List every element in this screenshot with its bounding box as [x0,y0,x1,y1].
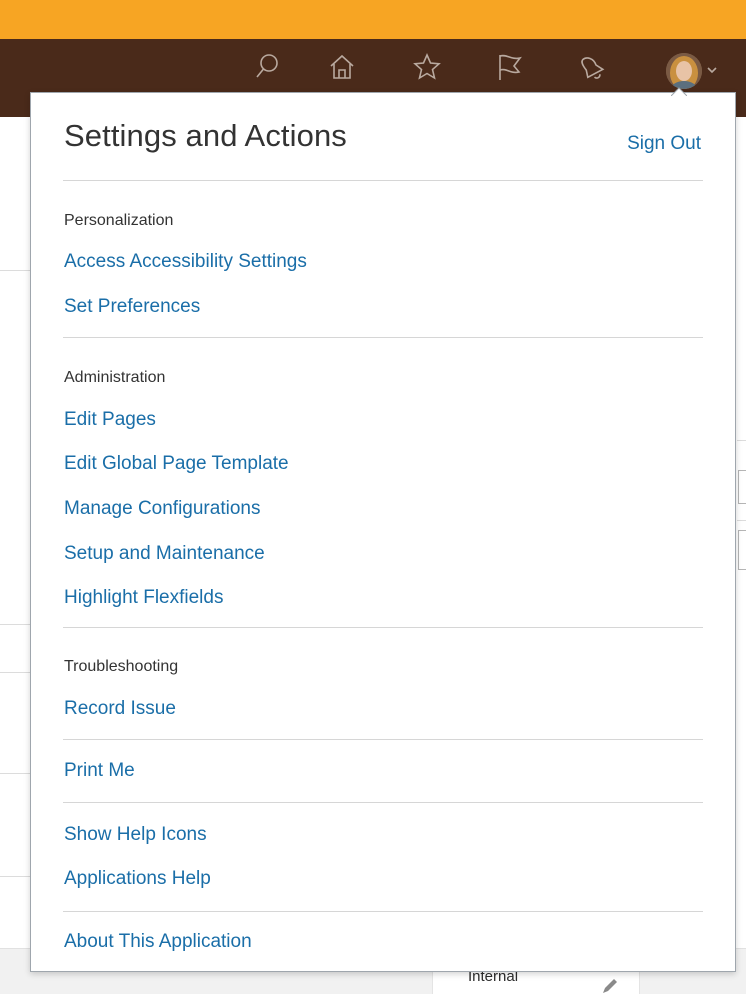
divider [63,739,703,740]
background-divider [737,440,746,441]
print-me-link[interactable]: Print Me [64,760,135,782]
section-heading-personalization: Personalization [64,212,174,229]
flag-icon[interactable] [494,50,524,84]
divider [63,802,703,803]
background-divider [737,520,746,521]
divider [63,627,703,628]
edit-global-page-template-link[interactable]: Edit Global Page Template [64,453,289,475]
sign-out-link[interactable]: Sign Out [627,133,701,155]
settings-actions-popup: Settings and Actions Sign Out Personaliz… [30,92,736,972]
brand-accent-bar [0,0,746,39]
highlight-flexfields-link[interactable]: Highlight Flexfields [64,587,223,609]
star-icon[interactable] [412,50,442,84]
background-divider [0,672,30,673]
divider [63,911,703,912]
background-divider [0,876,30,877]
background-divider [0,773,30,774]
manage-configurations-link[interactable]: Manage Configurations [64,498,260,520]
popup-title: Settings and Actions [64,118,347,153]
home-icon[interactable] [327,50,357,84]
setup-and-maintenance-link[interactable]: Setup and Maintenance [64,543,265,565]
background-control [738,530,746,570]
divider [63,337,703,338]
record-issue-link[interactable]: Record Issue [64,698,176,720]
show-help-icons-link[interactable]: Show Help Icons [64,824,207,846]
edit-pages-link[interactable]: Edit Pages [64,409,156,431]
divider [63,180,703,181]
about-this-application-link[interactable]: About This Application [64,931,252,953]
background-divider [0,270,30,271]
popup-pointer [670,84,688,100]
search-icon[interactable] [253,50,283,84]
section-heading-troubleshooting: Troubleshooting [64,658,179,675]
section-heading-administration: Administration [64,369,166,386]
background-control [738,470,746,504]
bell-icon[interactable] [577,50,607,84]
applications-help-link[interactable]: Applications Help [64,868,211,890]
set-preferences-link[interactable]: Set Preferences [64,296,200,318]
access-accessibility-settings-link[interactable]: Access Accessibility Settings [64,251,307,273]
background-divider [0,624,30,625]
pencil-icon[interactable] [600,976,620,999]
chevron-down-icon[interactable] [705,63,719,77]
